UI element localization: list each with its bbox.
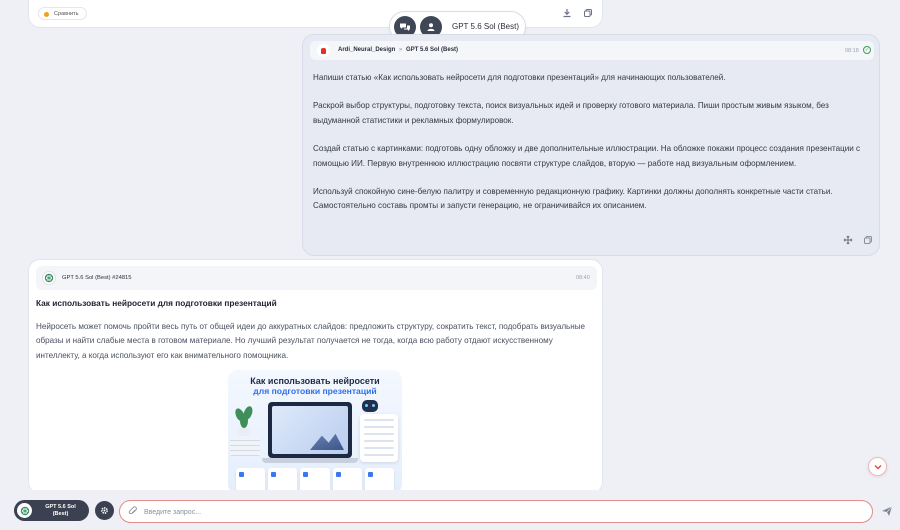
composer-bar: GPT 5.6 Sol (Best) xyxy=(0,490,900,530)
slide-cards-graphic xyxy=(236,468,395,490)
paperclip-icon[interactable] xyxy=(128,506,140,518)
user-avatar xyxy=(317,44,330,57)
chevron-down-icon xyxy=(874,464,881,469)
laptop-icon xyxy=(268,402,352,458)
user-message-actions xyxy=(842,234,873,245)
user-message-model: GPT 5.6 Sol (Best) xyxy=(406,47,459,53)
user-message-meta: Ardi_Neural_Design » GPT 5.6 Sol (Best) xyxy=(338,47,458,53)
robot-icon xyxy=(362,400,378,412)
cover-illustration[interactable]: Как использовать нейросети для подготовк… xyxy=(228,370,402,490)
user-message-header: Ardi_Neural_Design » GPT 5.6 Sol (Best) … xyxy=(310,41,874,60)
settings-button[interactable] xyxy=(95,501,114,520)
copy-icon[interactable] xyxy=(582,7,593,18)
illustration-title-line1: Как использовать нейросети xyxy=(250,376,380,386)
send-button[interactable] xyxy=(879,503,895,519)
user-avatar-icon xyxy=(321,47,326,54)
prompt-input-container[interactable] xyxy=(119,500,873,523)
move-icon[interactable] xyxy=(842,234,853,245)
previous-message-actions xyxy=(561,7,593,18)
plant-icon xyxy=(233,405,255,438)
books-icon xyxy=(230,436,260,456)
check-circle-icon: ✓ xyxy=(863,46,871,54)
user-name: Ardi_Neural_Design xyxy=(338,47,396,53)
model-select-button[interactable]: GPT 5.6 Sol (Best) xyxy=(14,500,89,521)
openai-logo-icon xyxy=(17,503,32,518)
chat-bubbles-icon xyxy=(400,23,410,31)
assistant-message-header: GPT 5.6 Sol (Best) #24815 08:40 xyxy=(36,266,597,290)
download-icon[interactable] xyxy=(561,7,572,18)
user-icon xyxy=(427,22,435,31)
user-message-time: 08:18 xyxy=(845,48,859,54)
compare-badge-label: Сравнить xyxy=(54,11,79,17)
ai-panel-graphic xyxy=(360,414,398,462)
illustration-title-line2: для подготовки презентаций xyxy=(253,386,377,396)
gear-icon xyxy=(101,507,108,514)
article-intro: Нейросеть может помочь пройти весь путь … xyxy=(36,322,586,360)
user-paragraph: Создай статью с картинками: подготовь од… xyxy=(313,144,861,168)
user-message-body: Напиши статью «Как использовать нейросет… xyxy=(313,71,869,228)
model-select-label: GPT 5.6 Sol (Best) xyxy=(32,504,89,517)
laptop-base xyxy=(262,458,358,463)
copy-icon[interactable] xyxy=(862,234,873,245)
article-title: Как использовать нейросети для подготовк… xyxy=(36,298,277,308)
assistant-meta: GPT 5.6 Sol (Best) #24815 xyxy=(62,275,132,281)
badge-dot-icon xyxy=(44,11,49,17)
user-paragraph: Используй спокойную сине-белую палитру и… xyxy=(313,187,833,211)
model-pill-label: GPT 5.6 Sol (Best) xyxy=(452,22,519,31)
user-message: Ardi_Neural_Design » GPT 5.6 Sol (Best) … xyxy=(302,34,880,256)
meta-separator: » xyxy=(399,47,403,53)
assistant-message: GPT 5.6 Sol (Best) #24815 08:40 Как испо… xyxy=(28,259,603,490)
user-paragraph: Раскрой выбор структуры, подготовку текс… xyxy=(313,101,829,125)
scroll-down-button[interactable] xyxy=(868,457,887,476)
model-select-line2: (Best) xyxy=(52,510,69,517)
send-icon xyxy=(882,506,893,516)
user-paragraph: Напиши статью «Как использовать нейросет… xyxy=(313,73,726,82)
chat-area: Сравнить GPT 5.6 Sol (Best) Ardi_Neural_… xyxy=(0,0,900,490)
compare-badge[interactable]: Сравнить xyxy=(38,7,87,20)
openai-logo-icon xyxy=(42,271,56,285)
prompt-input[interactable] xyxy=(144,504,864,520)
assistant-message-time: 08:40 xyxy=(576,275,590,281)
